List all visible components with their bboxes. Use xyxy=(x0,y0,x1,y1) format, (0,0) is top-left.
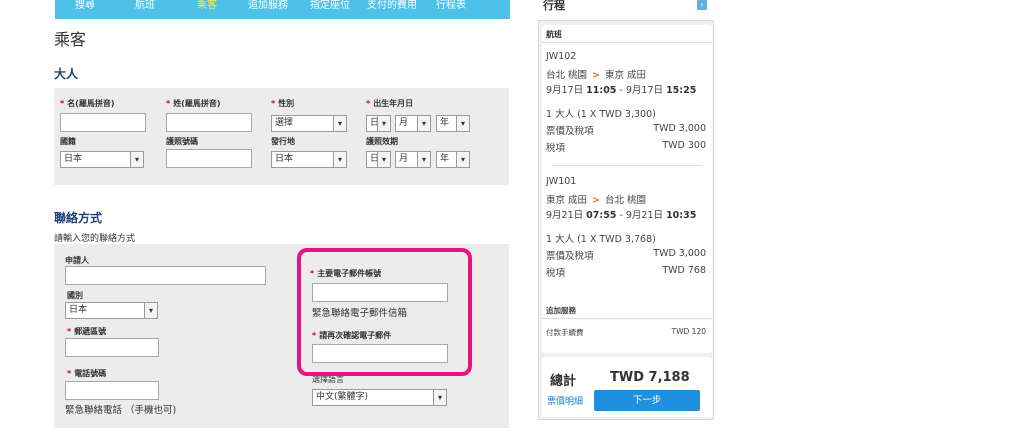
extras-item-label: 付款手續費 xyxy=(546,328,584,337)
postal-code-input[interactable] xyxy=(65,338,159,357)
nav-item-passengers[interactable]: 乘客 xyxy=(197,0,217,19)
outbound-fare-label: 票價及稅項 xyxy=(546,126,594,137)
inbound-route: 東京 成田 > 台北 桃園 xyxy=(546,195,647,206)
outbound-fare-value: TWD 3,000 xyxy=(653,123,706,134)
expiry-month-select[interactable]: 月 ▾ xyxy=(395,151,431,168)
fare-details-link[interactable]: 票價明細 xyxy=(547,394,583,407)
last-name-input[interactable] xyxy=(166,113,252,132)
contact-section-title: 聯絡方式 xyxy=(54,211,103,225)
phone-hint: 緊急聯絡電話 （手機也可) xyxy=(65,405,177,416)
chevron-down-icon: ▾ xyxy=(433,390,446,405)
first-name-input[interactable] xyxy=(60,113,146,132)
inbound-fare-label: 票價及稅項 xyxy=(546,251,594,262)
chevron-down-icon: ▾ xyxy=(456,152,469,167)
chevron-down-icon: ▾ xyxy=(333,152,346,167)
last-name-label: * 姓(羅馬拼音) xyxy=(166,99,221,108)
flights-card: 航班 JW102 台北 桃園 > 東京 成田 9月17日 11:05 - 9月17日… xyxy=(542,25,712,305)
outbound-pax-line: 1 大人 (1 X TWD 3,300) xyxy=(546,109,656,120)
country-label: 國別 xyxy=(67,291,83,300)
total-label: 總計 xyxy=(550,374,577,389)
divider xyxy=(542,42,712,43)
passport-expiry-label: 護照效期 xyxy=(366,137,398,146)
divider xyxy=(542,318,712,319)
dob-day-select[interactable]: 日 ▾ xyxy=(366,115,391,132)
inbound-tax-value: TWD 768 xyxy=(662,265,706,276)
required-marker: * xyxy=(366,99,371,108)
outbound-flight-number: JW102 xyxy=(546,51,577,62)
postal-code-label: * 郵遞區號 xyxy=(67,327,107,336)
contact-note: 請輸入您的聯絡方式 xyxy=(54,234,136,244)
chevron-down-icon: ▾ xyxy=(417,116,430,131)
chevron-down-icon: ▾ xyxy=(377,116,390,131)
nationality-select[interactable]: 日本 ▾ xyxy=(60,151,144,168)
nav-item-payment[interactable]: 支付的費用 xyxy=(367,0,417,19)
country-select[interactable]: 日本 ▾ xyxy=(65,302,158,319)
dob-year-select[interactable]: 年 ▾ xyxy=(436,115,470,132)
dob-label: * 出生年月日 xyxy=(366,99,414,108)
applicant-input[interactable] xyxy=(65,266,266,285)
itinerary-sidebar: 航班 JW102 台北 桃園 > 東京 成田 9月17日 11:05 - 9月17日… xyxy=(538,20,714,420)
required-marker: * xyxy=(67,327,72,336)
language-select[interactable]: 中文(繁體字) ▾ xyxy=(312,389,447,406)
chevron-down-icon: ▾ xyxy=(417,152,430,167)
nav-item-seats[interactable]: 指定座位 xyxy=(310,0,350,19)
inbound-fare-value: TWD 3,000 xyxy=(653,248,706,259)
itinerary-title: 行程 xyxy=(543,0,565,12)
chevron-down-icon: ▾ xyxy=(456,116,469,131)
chevron-down-icon: ▾ xyxy=(130,152,143,167)
nav-item-search[interactable]: 搜尋 xyxy=(75,0,95,19)
issuing-country-select[interactable]: 日本 ▾ xyxy=(271,151,347,168)
gender-select[interactable]: 選擇 ▾ xyxy=(271,115,347,132)
total-card: 總計 TWD 7,188 票價明細 下一步 xyxy=(542,357,712,417)
gender-label: * 性別 xyxy=(271,99,295,108)
nav-item-itinerary[interactable]: 行程表 xyxy=(436,0,466,19)
required-marker: * xyxy=(60,99,65,108)
outbound-tax-value: TWD 300 xyxy=(662,140,706,151)
divider xyxy=(552,165,702,166)
extras-item-value: TWD 120 xyxy=(671,327,706,336)
inbound-flight-number: JW101 xyxy=(546,176,577,187)
step-nav: 搜尋 航班 乘客 追加服務 指定座位 支付的費用 行程表 xyxy=(55,0,510,19)
nav-item-flights[interactable]: 航班 xyxy=(135,0,155,19)
first-name-label: * 名(羅馬拼音) xyxy=(60,99,115,108)
phone-input[interactable] xyxy=(65,381,159,400)
inbound-times: 9月21日 07:55 - 9月21日 10:35 xyxy=(546,210,697,221)
required-marker: * xyxy=(166,99,171,108)
required-marker: * xyxy=(271,99,276,108)
dob-month-select[interactable]: 月 ▾ xyxy=(395,115,431,132)
extras-card: 追加服務 付款手續費 TWD 120 xyxy=(542,301,712,353)
collapse-toggle-icon[interactable]: › xyxy=(697,0,707,10)
expiry-day-select[interactable]: 日 ▾ xyxy=(366,151,391,168)
required-marker: * xyxy=(67,369,72,378)
inbound-tax-label: 稅項 xyxy=(546,268,566,279)
inbound-pax-line: 1 大人 (1 X TWD 3,768) xyxy=(546,234,656,245)
phone-label: * 電話號碼 xyxy=(67,369,107,378)
outbound-times: 9月17日 11:05 - 9月17日 15:25 xyxy=(546,85,697,96)
passport-number-label: 護照號碼 xyxy=(166,137,198,146)
total-value: TWD 7,188 xyxy=(610,370,690,385)
flights-header: 航班 xyxy=(546,30,562,39)
next-button[interactable]: 下一步 xyxy=(594,390,700,411)
nav-item-extras[interactable]: 追加服務 xyxy=(248,0,288,19)
passport-number-input[interactable] xyxy=(166,149,252,168)
outbound-route: 台北 桃園 > 東京 成田 xyxy=(546,70,647,81)
outbound-tax-label: 稅項 xyxy=(546,143,566,154)
chevron-down-icon: ▾ xyxy=(377,152,390,167)
email-highlight-box xyxy=(297,248,472,376)
adult-section-title: 大人 xyxy=(54,67,79,81)
extras-header: 追加服務 xyxy=(546,306,576,315)
adult-form-panel: * 名(羅馬拼音) * 姓(羅馬拼音) * 性別 選擇 ▾ * 出生年月日 日 ▾ 月 ▾ 年… xyxy=(54,88,509,185)
nationality-label: 國籍 xyxy=(60,137,76,146)
expiry-year-select[interactable]: 年 ▾ xyxy=(436,151,470,168)
applicant-label: 申請人 xyxy=(65,256,89,265)
chevron-down-icon: ▾ xyxy=(333,116,346,131)
issuing-country-label: 發行地 xyxy=(271,137,295,146)
chevron-down-icon: ▾ xyxy=(144,303,157,318)
page-title: 乘客 xyxy=(54,30,87,49)
